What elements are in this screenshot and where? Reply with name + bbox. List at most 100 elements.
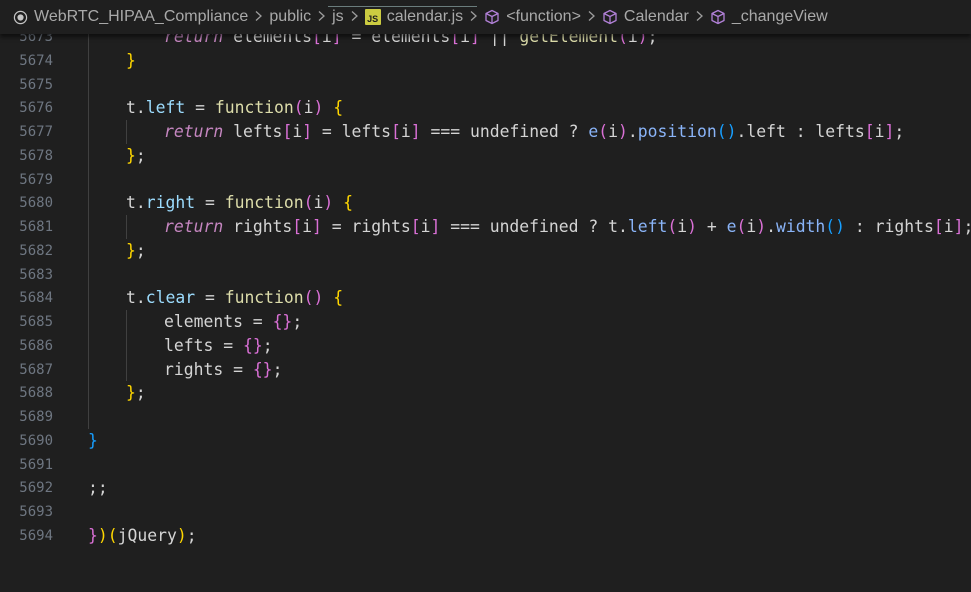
code-token: ; — [292, 312, 303, 331]
code-line[interactable]: 5687 rights = {}; — [0, 358, 971, 382]
code-text: t.right = function(i) { — [126, 191, 353, 215]
code-token: i — [608, 122, 619, 141]
code-token: jQuery — [117, 525, 177, 545]
code-token: ; — [894, 122, 905, 141]
code-line[interactable]: 5685 elements = {}; — [0, 310, 971, 334]
code-token: { — [343, 193, 354, 213]
code-line[interactable]: 5677 return lefts[i] = lefts[i] === undef… — [0, 120, 971, 144]
code-token: i — [874, 122, 885, 141]
code-line[interactable]: 5682}; — [0, 239, 971, 263]
code-token: ; — [272, 359, 283, 379]
record-circle-icon — [13, 10, 28, 25]
code-token: = — [195, 193, 225, 213]
code-token: function — [224, 288, 304, 308]
breadcrumb-item[interactable]: Calendar — [602, 8, 689, 26]
line-number: 5678 — [19, 147, 53, 164]
code-line[interactable]: 5692;; — [0, 476, 971, 500]
code-line[interactable]: 5690} — [0, 429, 971, 453]
line-number: 5675 — [19, 76, 53, 93]
code-line[interactable]: 5676 t.left = function(i) { — [0, 96, 971, 120]
code-token: t. — [126, 193, 146, 213]
code-line[interactable]: 5684 t.clear = function() { — [0, 286, 971, 310]
breadcrumb-item[interactable]: js — [332, 8, 344, 26]
code-line[interactable]: 5675 — [0, 73, 971, 97]
cube-icon — [710, 9, 726, 25]
indent-guide — [126, 215, 127, 239]
code-token: ( — [598, 122, 609, 141]
line-number: 5689 — [19, 409, 53, 425]
code-text: }; — [126, 381, 146, 405]
code-token: t. — [126, 98, 146, 118]
code-token: ] — [302, 122, 313, 141]
code-token: left — [627, 217, 668, 236]
code-line[interactable]: 5683 — [0, 263, 971, 287]
code-token: } — [88, 430, 98, 450]
code-token: [ — [410, 217, 421, 236]
code-line[interactable]: 5681 return rights[i] = rights[i] === und… — [0, 215, 971, 239]
code-token: width — [775, 217, 826, 236]
code-token: ; — [963, 217, 971, 236]
code-token: i — [400, 122, 411, 141]
indent-guide — [126, 310, 127, 382]
code-text: } — [126, 49, 136, 73]
breadcrumb-label: WebRTC_HIPAA_Compliance — [34, 8, 249, 25]
breadcrumb-item[interactable]: JS calendar.js — [364, 8, 464, 26]
code-token: ; — [135, 383, 146, 403]
code-token: ] — [430, 217, 441, 236]
code-line[interactable]: 5691 — [0, 453, 971, 477]
breadcrumb-label: _changeView — [731, 8, 828, 25]
code-token: .left : lefts — [736, 122, 865, 141]
chevron-right-icon — [469, 9, 478, 25]
code-editor[interactable]: 5673 return elements[i] = elements[i] || … — [0, 0, 971, 592]
breadcrumb-item[interactable]: _changeView — [710, 8, 828, 26]
code-token: = — [185, 98, 215, 118]
breadcrumb-label: calendar.js — [386, 8, 464, 25]
code-text: ;; — [88, 476, 108, 500]
code-token: { — [333, 98, 344, 118]
code-token: ( — [667, 217, 678, 236]
code-line[interactable]: 5688}; — [0, 381, 971, 405]
code-token: = — [195, 288, 225, 308]
code-token: return — [164, 217, 224, 236]
code-token: lefts — [223, 122, 283, 141]
code-token: ( — [736, 217, 747, 236]
code-text: lefts = {}; — [164, 334, 273, 358]
chevron-right-icon — [350, 9, 359, 25]
breadcrumb-item[interactable]: <function> — [484, 8, 581, 26]
line-number: 5693 — [19, 504, 53, 520]
code-token: left — [145, 98, 186, 118]
breadcrumb: WebRTC_HIPAA_Compliance public js JS calenda… — [0, 0, 971, 34]
line-number: 5692 — [19, 480, 53, 497]
code-line[interactable]: 5686 lefts = {}; — [0, 334, 971, 358]
code-token: () — [716, 122, 737, 141]
code-token: === undefined ? — [420, 122, 589, 141]
code-token: ) — [97, 525, 108, 545]
code-line[interactable]: 5679 — [0, 168, 971, 192]
code-token: ;; — [88, 478, 108, 498]
code-token: ] — [410, 122, 421, 141]
code-token: ( — [107, 525, 118, 545]
code-token: position — [637, 122, 717, 141]
code-token: clear — [145, 288, 196, 308]
breadcrumb-item[interactable]: WebRTC_HIPAA_Compliance — [13, 8, 248, 26]
code-line[interactable]: 5689 — [0, 405, 971, 429]
code-line[interactable]: 5680 t.right = function(i) { — [0, 191, 971, 215]
code-token: } — [126, 50, 136, 70]
code-token: [ — [391, 122, 401, 141]
line-number: 5683 — [19, 266, 53, 283]
line-number: 5691 — [19, 456, 53, 473]
code-text: t.clear = function() { — [126, 286, 343, 310]
code-token: i — [677, 217, 688, 236]
code-line[interactable]: 5693 — [0, 500, 971, 524]
code-token: e — [726, 217, 737, 236]
code-line[interactable]: 5694})(jQuery); — [0, 524, 971, 548]
code-token: === undefined ? t. — [440, 217, 628, 236]
chevron-right-icon — [317, 9, 326, 25]
breadcrumb-item[interactable]: public — [269, 8, 311, 26]
code-line[interactable]: 5674} — [0, 49, 971, 73]
code-line[interactable]: 5678}; — [0, 144, 971, 168]
code-token: . — [766, 217, 776, 236]
chevron-right-icon — [695, 9, 704, 25]
code-text: t.left = function(i) { — [126, 96, 343, 120]
